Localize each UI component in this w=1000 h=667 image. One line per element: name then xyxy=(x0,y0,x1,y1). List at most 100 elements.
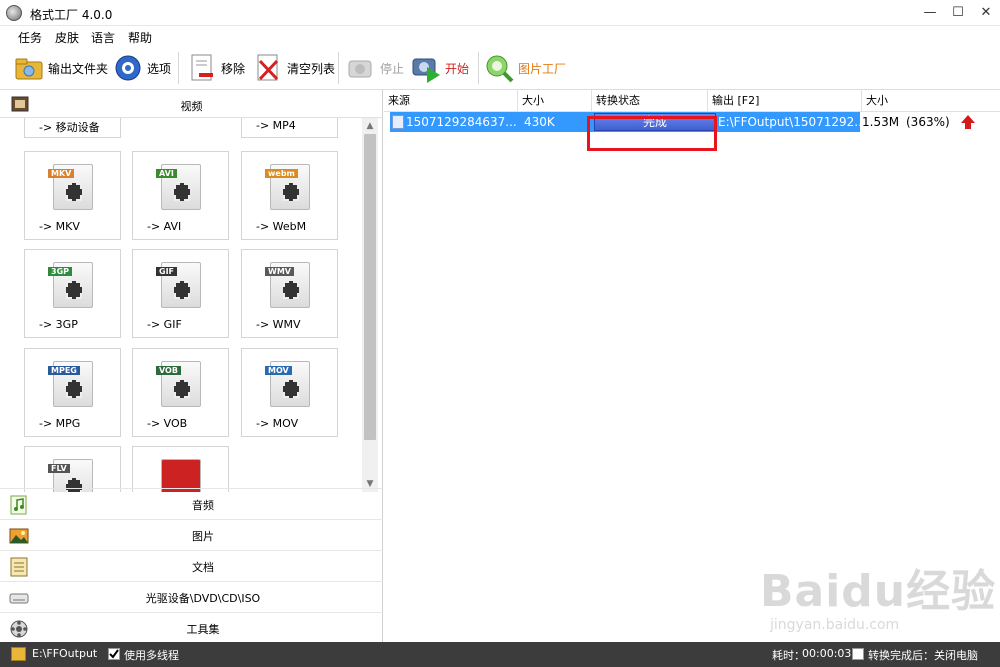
size-increase-arrow-icon xyxy=(960,114,976,130)
format-tag: webm xyxy=(265,169,298,178)
video-category-label: 视频 xyxy=(180,100,203,113)
clear-list-button[interactable]: 清空列表 xyxy=(253,52,335,84)
video-file-icon: WMV xyxy=(265,262,310,308)
tile-label: -> VOB xyxy=(147,417,188,430)
picture-factory-button[interactable]: 图片工厂 xyxy=(484,52,566,84)
remove-label: 移除 xyxy=(221,61,246,76)
scroll-thumb[interactable] xyxy=(364,134,376,440)
options-button[interactable]: 选项 xyxy=(113,52,171,84)
stop-label: 停止 xyxy=(380,61,405,76)
toolbar-separator xyxy=(478,52,479,84)
format-tile[interactable]: AVI -> AVI xyxy=(132,151,229,240)
format-tile[interactable]: 3GP -> 3GP xyxy=(24,249,121,338)
menu-skin[interactable]: 皮肤 xyxy=(55,29,79,46)
format-tile[interactable] xyxy=(132,446,229,492)
category-audio[interactable]: 音频 xyxy=(0,488,383,519)
watermark: Baidu经验 jingyan.baidu.com xyxy=(760,555,1000,645)
category-label: 文档 xyxy=(192,561,214,574)
format-tag: FLV xyxy=(48,464,70,473)
column-header-status[interactable]: 转换状态 xyxy=(592,90,708,112)
after-done-checkbox[interactable] xyxy=(852,648,864,660)
film-strip-icon xyxy=(66,380,82,398)
mobile-device-tile[interactable]: -> 移动设备 xyxy=(24,118,121,138)
window-title: 格式工厂 4.0.0 xyxy=(30,8,113,22)
video-category-header[interactable]: 视频 xyxy=(0,90,383,118)
start-button[interactable]: 开始 xyxy=(411,52,469,84)
format-tile[interactable]: VOB -> VOB xyxy=(132,348,229,437)
video-file-icon: AVI xyxy=(156,164,201,210)
tile-label: -> WebM xyxy=(256,220,307,233)
format-tile[interactable]: MOV -> MOV xyxy=(241,348,338,437)
format-tile[interactable]: GIF -> GIF xyxy=(132,249,229,338)
mp4-tile[interactable]: -> MP4 xyxy=(241,118,338,138)
clear-list-icon xyxy=(253,53,283,83)
remove-button[interactable]: 移除 xyxy=(187,52,245,84)
tile-label: -> MKV xyxy=(39,220,80,233)
tile-label: -> MPG xyxy=(39,417,81,430)
film-strip-icon xyxy=(283,183,299,201)
close-button[interactable]: ✕ xyxy=(972,0,1000,26)
picture-factory-label: 图片工厂 xyxy=(518,61,567,76)
format-tile[interactable]: MKV -> MKV xyxy=(24,151,121,240)
video-file-icon: webm xyxy=(265,164,310,210)
status-bar: E:\FFOutput 使用多线程 耗时： 00:00:03 转换完成后：关闭电… xyxy=(0,642,1000,667)
folder-icon xyxy=(11,647,26,661)
task-output-path: E:\FFOutput\15071292... xyxy=(718,115,860,129)
format-tile[interactable]: MPEG -> MPG xyxy=(24,348,121,437)
video-file-icon: MKV xyxy=(48,164,93,210)
format-tag: WMV xyxy=(265,267,294,276)
status-highlight-box xyxy=(587,116,717,151)
film-strip-icon xyxy=(66,183,82,201)
toolbar-separator xyxy=(178,52,179,84)
menu-task[interactable]: 任务 xyxy=(18,29,42,46)
film-strip-icon xyxy=(283,281,299,299)
format-tile[interactable]: FLV xyxy=(24,446,121,492)
menu-language[interactable]: 语言 xyxy=(91,29,115,46)
output-folder-label: 输出文件夹 xyxy=(48,61,109,76)
format-tag: MOV xyxy=(265,366,292,375)
format-tile[interactable]: WMV -> WMV xyxy=(241,249,338,338)
menu-help[interactable]: 帮助 xyxy=(128,29,152,46)
tile-label: -> GIF xyxy=(147,318,182,331)
clear-list-label: 清空列表 xyxy=(287,61,336,76)
start-icon xyxy=(411,53,441,83)
tile-label: -> WMV xyxy=(256,318,301,331)
multithread-checkbox[interactable] xyxy=(108,648,120,660)
format-tag: MPEG xyxy=(48,366,80,375)
tile-label: -> MOV xyxy=(256,417,299,430)
format-tile[interactable]: webm -> WebM xyxy=(241,151,338,240)
category-label: 光驱设备\DVD\CD\ISO xyxy=(145,592,261,605)
file-icon xyxy=(392,115,404,129)
column-header-output-size[interactable]: 大小 xyxy=(862,90,1000,112)
category-label: 工具集 xyxy=(186,623,220,636)
picture-factory-icon xyxy=(484,53,514,83)
toolbar: 输出文件夹 选项 移除 清空列表 停止 开始 图片工厂 xyxy=(0,46,1000,90)
minimize-button[interactable]: — xyxy=(916,0,944,26)
film-strip-icon xyxy=(174,281,190,299)
options-label: 选项 xyxy=(147,61,172,76)
category-document[interactable]: 文档 xyxy=(0,550,383,581)
watermark-brand: Baidu经验 xyxy=(760,566,997,617)
output-folder-button[interactable]: 输出文件夹 xyxy=(14,52,108,84)
maximize-button[interactable]: ☐ xyxy=(944,0,972,26)
remove-document-icon xyxy=(187,53,217,83)
format-panel: 视频 -> 移动设备 -> MP4 MKV -> MKV AVI -> AVI webm… xyxy=(0,90,383,642)
column-header-output[interactable]: 输出 [F2] xyxy=(708,90,862,112)
video-file-icon: VOB xyxy=(156,361,201,407)
category-picture[interactable]: 图片 xyxy=(0,519,383,550)
category-label: 音频 xyxy=(192,499,214,512)
tile-label: -> 3GP xyxy=(39,318,78,331)
column-header-source[interactable]: 来源 xyxy=(384,90,518,112)
film-strip-icon xyxy=(174,183,190,201)
video-file-icon: MPEG xyxy=(48,361,93,407)
format-tag: MKV xyxy=(48,169,75,178)
format-scrollbar[interactable]: ▲ ▼ xyxy=(362,118,378,492)
stop-button[interactable]: 停止 xyxy=(346,52,404,84)
options-icon xyxy=(113,53,143,83)
category-disc-device[interactable]: 光驱设备\DVD\CD\ISO xyxy=(0,581,383,612)
task-size: 430K xyxy=(524,115,555,129)
scroll-up-arrow-icon[interactable]: ▲ xyxy=(362,118,378,134)
column-header-size[interactable]: 大小 xyxy=(518,90,592,112)
category-toolbox[interactable]: 工具集 xyxy=(0,612,383,643)
output-path[interactable]: E:\FFOutput xyxy=(32,647,97,660)
